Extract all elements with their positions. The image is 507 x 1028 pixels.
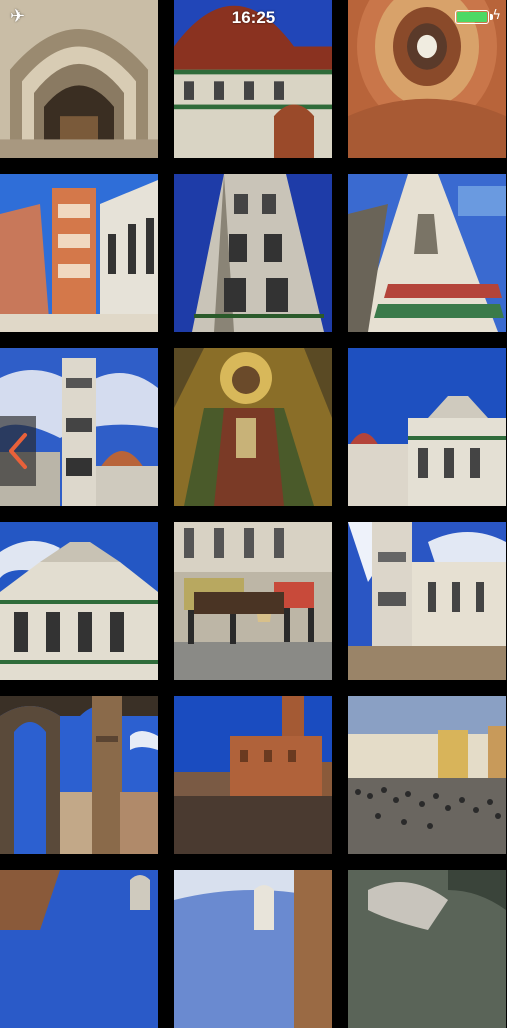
photo-thumbnail[interactable] xyxy=(348,348,506,506)
photo-thumbnail[interactable] xyxy=(174,696,332,854)
photo-thumbnail[interactable] xyxy=(348,522,506,680)
photo-thumbnail[interactable] xyxy=(174,522,332,680)
back-button[interactable] xyxy=(0,416,36,486)
photo-thumbnail[interactable] xyxy=(348,870,506,1028)
photo-thumbnail[interactable] xyxy=(174,870,332,1028)
photo-grid xyxy=(0,0,507,1028)
photo-thumbnail[interactable] xyxy=(174,348,332,506)
photo-thumbnail[interactable] xyxy=(348,0,506,158)
photo-thumbnail[interactable] xyxy=(0,696,158,854)
photo-thumbnail[interactable] xyxy=(0,0,158,158)
photo-thumbnail[interactable] xyxy=(0,174,158,332)
photo-thumbnail[interactable] xyxy=(0,870,158,1028)
photo-thumbnail[interactable] xyxy=(0,522,158,680)
photo-thumbnail[interactable] xyxy=(174,0,332,158)
chevron-left-icon xyxy=(9,433,27,469)
photo-thumbnail[interactable] xyxy=(348,696,506,854)
photo-thumbnail[interactable] xyxy=(174,174,332,332)
photo-thumbnail[interactable] xyxy=(348,174,506,332)
